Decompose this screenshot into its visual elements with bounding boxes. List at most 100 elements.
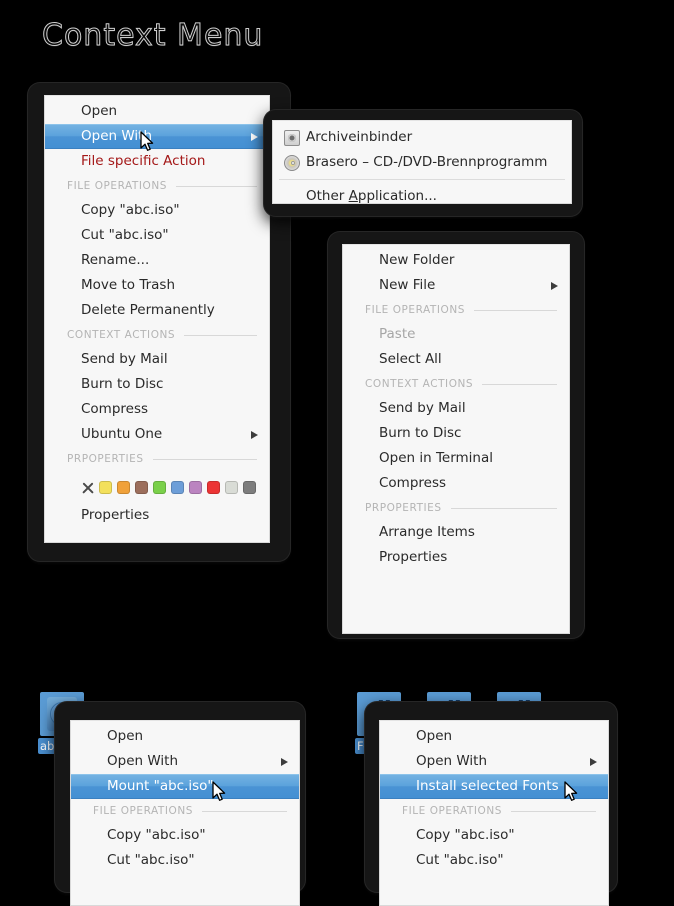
emblem-orange-swatch[interactable] (117, 480, 130, 494)
menu-item-ubuntu-one[interactable]: Ubuntu One (45, 422, 269, 447)
menu-item-paste: Paste (343, 322, 569, 347)
menu-item-label: Paste (379, 326, 416, 342)
menu-item-label: Compress (81, 401, 149, 417)
section-rule (473, 309, 557, 311)
archive-icon (284, 129, 300, 146)
menu-item-open-with[interactable]: Open With (380, 749, 608, 774)
emblem-dark-gray-swatch[interactable] (243, 480, 256, 494)
submenu-item-label-accelerator: A (348, 188, 358, 204)
section-rule (152, 458, 257, 460)
section-properties: PRPOPERTIES (45, 447, 269, 471)
section-file-operations: FILE OPERATIONS (343, 298, 569, 322)
emblem-light-gray-swatch[interactable] (225, 480, 238, 494)
menu-item-cut[interactable]: Cut "abc.iso" (45, 223, 269, 248)
menu-item-move-to-trash[interactable]: Move to Trash (45, 273, 269, 298)
section-properties: PRPOPERTIES (343, 496, 569, 520)
menu-item-copy[interactable]: Copy "abc.iso" (71, 823, 299, 848)
section-rule (482, 383, 557, 385)
menu-item-rename[interactable]: Rename... (45, 248, 269, 273)
section-rule (184, 334, 257, 336)
section-label: PRPOPERTIES (365, 502, 442, 514)
submenu-item-brasero[interactable]: Brasero – CD-/DVD-Brennprogramm (273, 150, 571, 175)
menu-item-open-in-terminal[interactable]: Open in Terminal (343, 446, 569, 471)
menu-item-label: Open in Terminal (379, 450, 493, 466)
submenu-item-other-application[interactable]: Other Application... (273, 184, 571, 204)
file-context-menu: Open Open With File specific Action FILE… (44, 95, 270, 543)
emblem-green-swatch[interactable] (153, 480, 166, 494)
emblem-clear-icon[interactable] (81, 481, 94, 494)
menu-item-burn-to-disc[interactable]: Burn to Disc (45, 372, 269, 397)
submenu-separator (279, 179, 565, 180)
menu-item-cut[interactable]: Cut "abc.iso" (380, 848, 608, 873)
section-rule (175, 185, 257, 187)
menu-item-label: Open With (107, 753, 179, 769)
section-rule (450, 507, 557, 509)
menu-item-label: Open (107, 728, 144, 744)
menu-item-label: Install selected Fonts (416, 778, 559, 794)
menu-item-label: Copy "abc.iso" (416, 827, 515, 843)
submenu-item-label-suffix: pplication... (357, 188, 437, 204)
section-file-operations: FILE OPERATIONS (45, 174, 269, 198)
menu-item-label: Select All (379, 351, 442, 367)
menu-item-compress[interactable]: Compress (343, 471, 569, 496)
menu-item-select-all[interactable]: Select All (343, 347, 569, 372)
menu-item-open-with[interactable]: Open With (45, 124, 269, 149)
menu-item-cut[interactable]: Cut "abc.iso" (71, 848, 299, 873)
chevron-right-icon (551, 281, 558, 290)
section-rule (201, 810, 287, 812)
emblem-yellow-swatch[interactable] (99, 480, 112, 494)
emblem-purple-swatch[interactable] (189, 480, 202, 494)
emblem-blue-swatch[interactable] (171, 480, 184, 494)
menu-item-properties[interactable]: Properties (343, 545, 569, 570)
menu-item-label: Compress (379, 475, 447, 491)
section-label: CONTEXT ACTIONS (67, 329, 176, 341)
menu-item-send-by-mail[interactable]: Send by Mail (45, 347, 269, 372)
emblem-red-swatch[interactable] (207, 480, 220, 494)
menu-item-label: Properties (81, 507, 150, 523)
menu-item-compress[interactable]: Compress (45, 397, 269, 422)
folder-context-menu: New Folder New File FILE OPERATIONS Past… (342, 244, 570, 634)
menu-item-open[interactable]: Open (380, 724, 608, 749)
menu-item-label: Rename... (81, 252, 150, 268)
menu-item-new-file[interactable]: New File (343, 273, 569, 298)
menu-item-label: Open (416, 728, 453, 744)
chevron-right-icon (251, 132, 258, 141)
menu-item-burn-to-disc[interactable]: Burn to Disc (343, 421, 569, 446)
menu-item-arrange-items[interactable]: Arrange Items (343, 520, 569, 545)
submenu-item-archiveinbinder[interactable]: Archiveinbinder (273, 125, 571, 150)
chevron-right-icon (251, 430, 258, 439)
menu-item-label: New Folder (379, 252, 455, 268)
emblem-color-row (45, 471, 269, 503)
menu-item-label: Cut "abc.iso" (416, 852, 504, 868)
menu-item-label: Cut "abc.iso" (107, 852, 195, 868)
menu-item-delete-permanently[interactable]: Delete Permanently (45, 298, 269, 323)
section-label: FILE OPERATIONS (67, 180, 167, 192)
section-label: FILE OPERATIONS (402, 805, 502, 817)
section-label: FILE OPERATIONS (93, 805, 193, 817)
menu-item-label: Cut "abc.iso" (81, 227, 169, 243)
section-context-actions: CONTEXT ACTIONS (343, 372, 569, 396)
menu-item-file-specific-action[interactable]: File specific Action (45, 149, 269, 174)
menu-item-open[interactable]: Open (71, 724, 299, 749)
menu-item-copy[interactable]: Copy "abc.iso" (45, 198, 269, 223)
chevron-right-icon (281, 757, 288, 766)
menu-item-new-folder[interactable]: New Folder (343, 248, 569, 273)
menu-item-open[interactable]: Open (45, 99, 269, 124)
submenu-item-label-prefix: Other (306, 188, 349, 204)
menu-item-send-by-mail[interactable]: Send by Mail (343, 396, 569, 421)
emblem-brown-swatch[interactable] (135, 480, 148, 494)
menu-item-label: Copy "abc.iso" (107, 827, 206, 843)
section-label: CONTEXT ACTIONS (365, 378, 474, 390)
menu-item-label: Mount "abc.iso" (107, 778, 214, 794)
menu-item-label: Open With (416, 753, 488, 769)
menu-item-properties[interactable]: Properties (45, 503, 269, 528)
open-with-submenu: Archiveinbinder Brasero – CD-/DVD-Brennp… (272, 120, 572, 204)
menu-item-label: Delete Permanently (81, 302, 215, 318)
menu-item-copy[interactable]: Copy "abc.iso" (380, 823, 608, 848)
menu-item-open-with[interactable]: Open With (71, 749, 299, 774)
menu-item-label: Open (81, 103, 118, 119)
menu-item-install-selected-fonts[interactable]: Install selected Fonts (380, 774, 608, 799)
menu-item-label: Burn to Disc (81, 376, 164, 392)
menu-item-mount[interactable]: Mount "abc.iso" (71, 774, 299, 799)
section-context-actions: CONTEXT ACTIONS (45, 323, 269, 347)
